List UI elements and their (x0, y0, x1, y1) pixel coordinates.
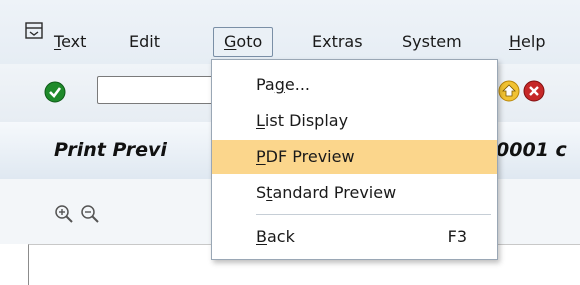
menu-extras[interactable]: Extras (312, 32, 363, 52)
zoom-out-icon[interactable] (80, 204, 100, 224)
menu-item-page[interactable]: Page... (212, 68, 497, 102)
menu-item-label: PDF Preview (256, 147, 355, 166)
system-menu-icon[interactable] (25, 22, 43, 40)
menu-item-shortcut: F3 (447, 227, 467, 246)
menu-goto[interactable]: Goto (213, 27, 274, 57)
menu-item-label: Back (256, 227, 295, 246)
page-title: Print Previ (54, 139, 167, 161)
menu-help[interactable]: Help (509, 32, 545, 52)
menu-item-label: Page... (256, 75, 310, 94)
menu-item-back[interactable]: Back F3 (212, 220, 497, 254)
enter-check-icon[interactable] (44, 81, 66, 103)
cancel-icon[interactable] (523, 80, 545, 102)
zoom-in-icon[interactable] (54, 204, 74, 224)
menu-item-list-display[interactable]: List Display (212, 104, 497, 138)
menu-edit[interactable]: Edit (129, 32, 160, 52)
menu-item-pdf-preview[interactable]: PDF Preview (212, 140, 497, 174)
menu-item-label: Standard Preview (256, 183, 397, 202)
page-title-tail: 0001 c (496, 139, 567, 161)
goto-dropdown-menu: Page... List Display PDF Preview Standar… (211, 59, 498, 260)
menu-system[interactable]: System (402, 32, 462, 52)
menu-text[interactable]: Text (54, 32, 86, 52)
menu-item-standard-preview[interactable]: Standard Preview (212, 176, 497, 210)
exit-icon[interactable] (498, 80, 520, 102)
menu-item-label: List Display (256, 111, 349, 130)
menu-bar: Text Edit Goto Extras System Help (0, 0, 580, 64)
menu-separator (256, 214, 491, 215)
